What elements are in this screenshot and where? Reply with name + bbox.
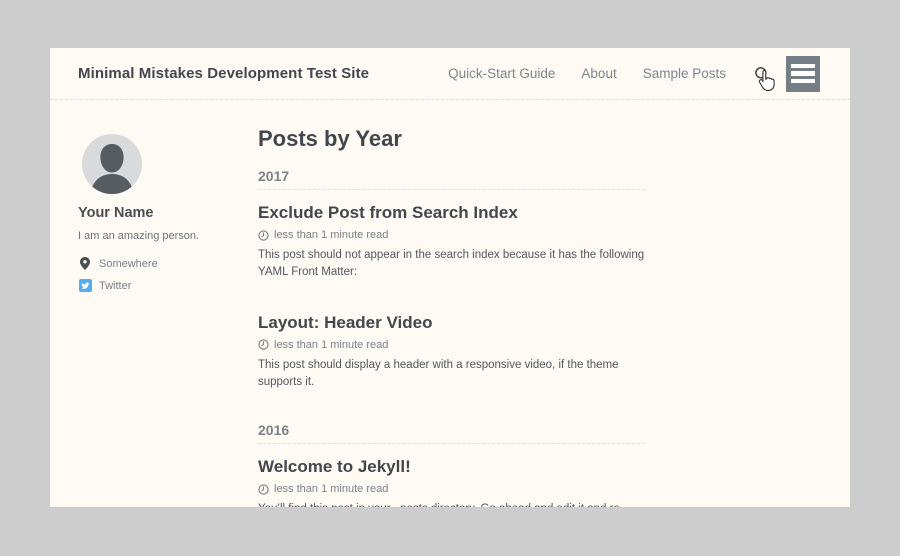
post-title[interactable]: Welcome to Jekyll! (258, 457, 645, 477)
masthead: Minimal Mistakes Development Test Site Q… (50, 48, 850, 100)
nav-sample-posts[interactable]: Sample Posts (643, 66, 726, 81)
twitter-label: Twitter (99, 280, 131, 292)
page-title: Posts by Year (258, 126, 645, 152)
author-name: Your Name (78, 205, 258, 221)
read-time: less than 1 minute read (274, 229, 388, 241)
main-content: Posts by Year 2017 Exclude Post from Sea… (258, 100, 645, 507)
post-meta: less than 1 minute read (258, 483, 645, 495)
primary-nav: Quick-Start Guide About Sample Posts (422, 56, 820, 92)
search-icon[interactable] (754, 66, 770, 82)
nav-quick-start-guide[interactable]: Quick-Start Guide (448, 66, 555, 81)
hamburger-bar (791, 71, 815, 76)
location-label: Somewhere (99, 258, 158, 270)
post-meta: less than 1 minute read (258, 229, 645, 241)
author-twitter-link[interactable]: Twitter (78, 279, 258, 292)
author-bio: I am an amazing person. (78, 230, 258, 242)
author-links: Somewhere Twitter (78, 257, 258, 292)
avatar (82, 134, 142, 194)
year-heading: 2017 (258, 168, 645, 190)
year-section-2016: 2016 Welcome to Jekyll! less than 1 minu… (258, 422, 645, 507)
hamburger-bar (791, 64, 815, 69)
hamburger-bar (791, 79, 815, 84)
post-item: Welcome to Jekyll! less than 1 minute re… (258, 457, 645, 507)
post-excerpt: You’ll find this post in your _posts dir… (258, 501, 645, 507)
read-time: less than 1 minute read (274, 339, 388, 351)
read-time: less than 1 minute read (274, 483, 388, 495)
post-meta: less than 1 minute read (258, 339, 645, 351)
post-item: Exclude Post from Search Index less than… (258, 203, 645, 282)
author-sidebar: Your Name I am an amazing person. Somewh… (78, 100, 258, 507)
clock-icon (258, 339, 269, 350)
post-excerpt: This post should not appear in the searc… (258, 247, 645, 282)
author-location: Somewhere (78, 257, 258, 270)
year-section-2017: 2017 Exclude Post from Search Index less… (258, 168, 645, 391)
year-heading: 2016 (258, 422, 645, 444)
post-excerpt: This post should display a header with a… (258, 357, 645, 392)
post-title[interactable]: Layout: Header Video (258, 313, 645, 333)
twitter-icon (78, 279, 92, 292)
clock-icon (258, 484, 269, 495)
nav-about[interactable]: About (581, 66, 616, 81)
hamburger-menu-button[interactable] (786, 56, 820, 92)
post-title[interactable]: Exclude Post from Search Index (258, 203, 645, 223)
post-item: Layout: Header Video less than 1 minute … (258, 313, 645, 392)
site-title[interactable]: Minimal Mistakes Development Test Site (78, 65, 369, 82)
map-marker-icon (78, 257, 92, 270)
clock-icon (258, 230, 269, 241)
content-area: Your Name I am an amazing person. Somewh… (50, 100, 850, 507)
site-page: Minimal Mistakes Development Test Site Q… (50, 48, 850, 507)
